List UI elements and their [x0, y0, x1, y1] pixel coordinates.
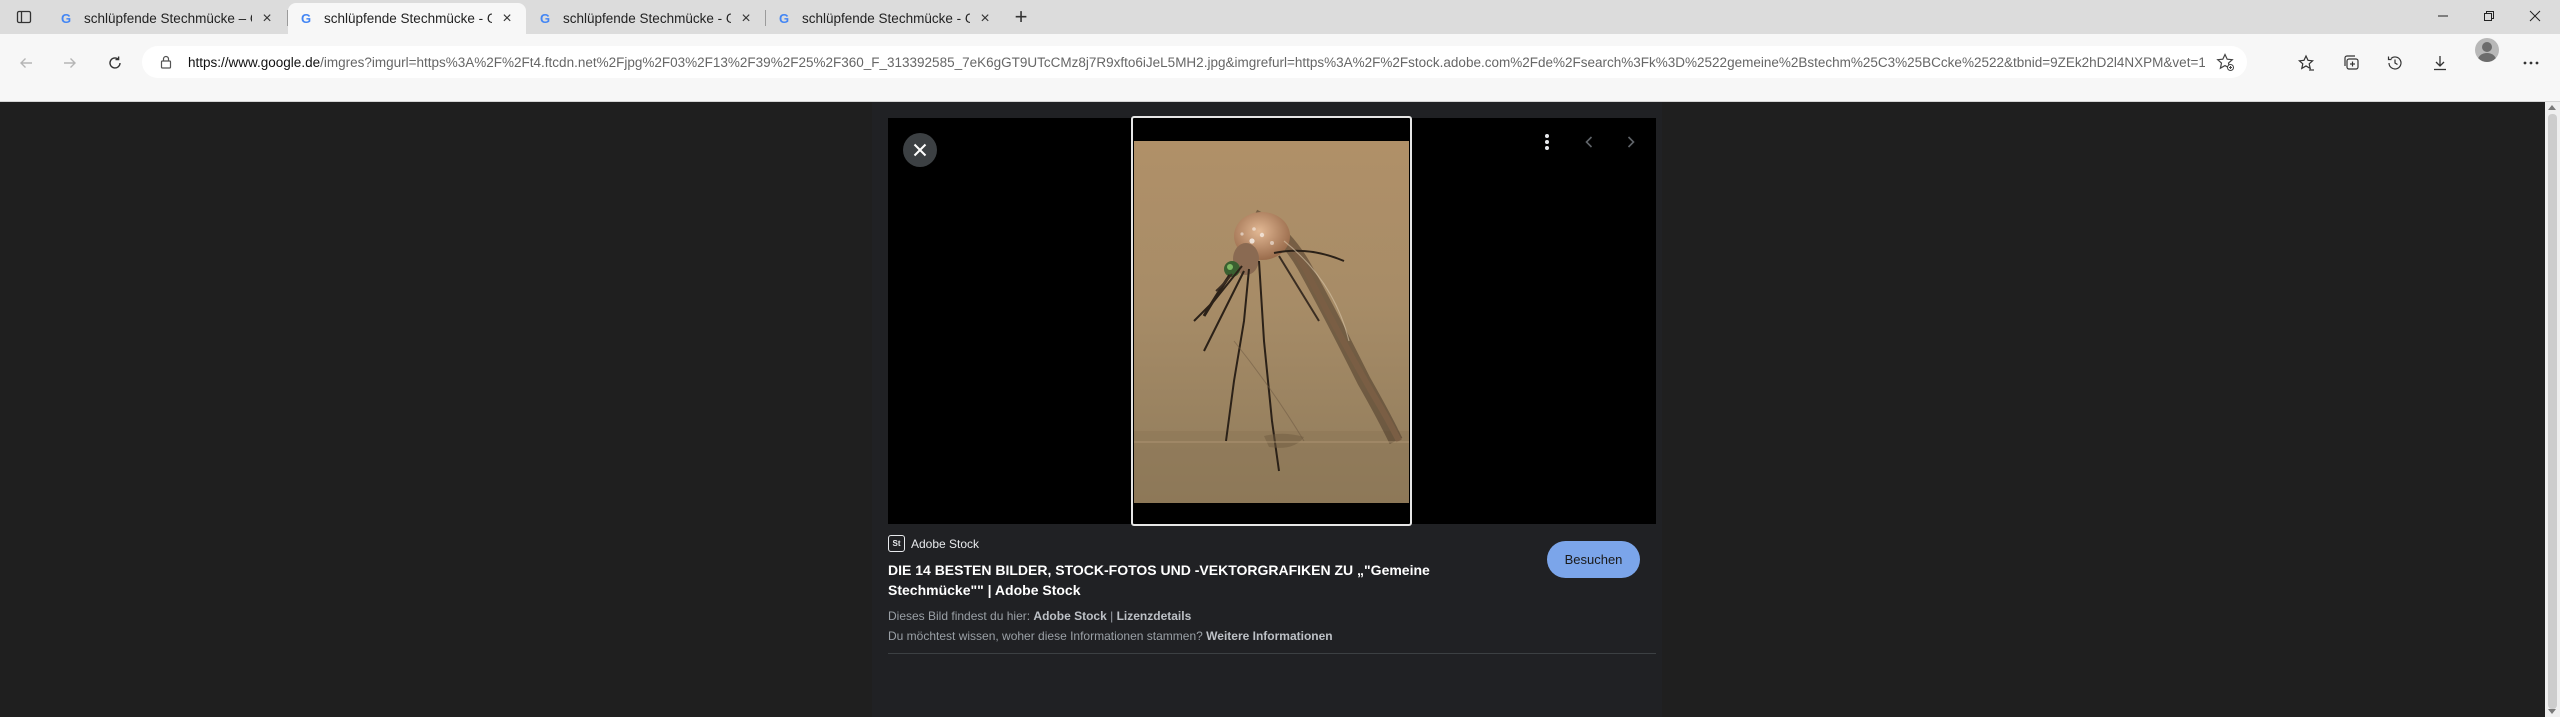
- adobe-stock-logo-icon: St: [888, 535, 905, 552]
- favorites-icon[interactable]: [2294, 51, 2318, 75]
- url-host: https://www.google.de: [188, 54, 321, 70]
- previous-image-button[interactable]: [1575, 126, 1603, 158]
- reload-icon[interactable]: [101, 49, 129, 77]
- more-info-link[interactable]: Weitere Informationen: [1206, 629, 1332, 643]
- more-options-icon[interactable]: [2519, 51, 2543, 75]
- page-scrollbar[interactable]: [2545, 102, 2560, 717]
- restore-icon[interactable]: [2466, 0, 2512, 32]
- lock-icon[interactable]: [158, 54, 174, 70]
- history-icon[interactable]: [2383, 51, 2407, 75]
- tab-title: schlüpfende Stechmücke – Goog: [84, 11, 252, 26]
- tab-actions-icon[interactable]: [13, 6, 35, 28]
- source-info-line: Dieses Bild findest du hier: Adobe Stock…: [888, 609, 1191, 623]
- image-title-link[interactable]: DIE 14 BESTEN BILDER, STOCK-FOTOS UND -V…: [888, 560, 1528, 600]
- source-name: Adobe Stock: [911, 536, 980, 551]
- tab-4[interactable]: G schlüpfende Stechmücke - Goog ×: [766, 3, 1004, 34]
- address-bar[interactable]: https://www.google.de/imgres?imgurl=http…: [142, 46, 2247, 78]
- back-icon[interactable]: [12, 49, 40, 77]
- tab-close-icon[interactable]: ×: [498, 10, 516, 28]
- tab-1[interactable]: G schlüpfende Stechmücke – Goog ×: [48, 3, 286, 34]
- scroll-up-icon[interactable]: [2548, 105, 2556, 110]
- forward-icon[interactable]: [56, 49, 84, 77]
- chevron-left-icon: [1585, 136, 1593, 148]
- visit-button[interactable]: Besuchen: [1547, 541, 1640, 578]
- close-preview-button[interactable]: [903, 133, 937, 167]
- kebab-menu-icon: [1545, 134, 1549, 150]
- close-window-icon[interactable]: [2512, 0, 2558, 32]
- google-favicon-icon: G: [778, 11, 790, 26]
- tab-title: schlüpfende Stechmücke - Goog: [802, 11, 970, 26]
- info-question: Du möchtest wissen, woher diese Informat…: [888, 629, 1203, 643]
- divider: [888, 653, 1656, 654]
- url-text[interactable]: https://www.google.de/imgres?imgurl=http…: [188, 55, 2205, 70]
- url-path: /imgres?imgurl=https%3A%2F%2Ft4.ftcdn.ne…: [320, 54, 2205, 70]
- license-details-link[interactable]: Lizenzdetails: [1117, 609, 1192, 623]
- add-favorite-icon[interactable]: [2215, 52, 2235, 72]
- profile-avatar[interactable]: [2475, 38, 2499, 62]
- mosquito-photo[interactable]: [1134, 141, 1409, 503]
- minimize-icon[interactable]: [2420, 0, 2466, 32]
- browser-toolbar: https://www.google.de/imgres?imgurl=http…: [0, 34, 2560, 102]
- web-page: St Adobe Stock DIE 14 BESTEN BILDER, STO…: [0, 102, 2545, 717]
- tab-strip: G schlüpfende Stechmücke – Goog × G schl…: [0, 0, 2560, 34]
- close-icon: [913, 143, 927, 157]
- tab-close-icon[interactable]: ×: [258, 10, 276, 28]
- tab-title: schlüpfende Stechmücke - Goog: [563, 11, 731, 26]
- tab-3[interactable]: G schlüpfende Stechmücke - Goog ×: [527, 3, 765, 34]
- tab-close-icon[interactable]: ×: [737, 10, 755, 28]
- google-favicon-icon: G: [300, 11, 312, 26]
- more-info-line: Du möchtest wissen, woher diese Informat…: [888, 629, 1333, 643]
- more-actions-button[interactable]: [1531, 126, 1563, 158]
- google-favicon-icon: G: [60, 11, 72, 26]
- tab-title: schlüpfende Stechmücke - Goog: [324, 11, 492, 26]
- scrollbar-thumb[interactable]: [2548, 114, 2557, 709]
- next-image-button[interactable]: [1617, 126, 1645, 158]
- tab-2[interactable]: G schlüpfende Stechmücke - Goog ×: [288, 3, 526, 34]
- source-link[interactable]: St Adobe Stock: [888, 535, 979, 552]
- scroll-down-icon[interactable]: [2548, 709, 2556, 714]
- chevron-right-icon: [1627, 136, 1635, 148]
- tab-close-icon[interactable]: ×: [976, 10, 994, 28]
- collections-icon[interactable]: [2339, 51, 2363, 75]
- downloads-icon[interactable]: [2428, 51, 2452, 75]
- google-favicon-icon: G: [539, 11, 551, 26]
- found-source-link[interactable]: Adobe Stock: [1033, 609, 1106, 623]
- separator: |: [1110, 609, 1114, 623]
- new-tab-button[interactable]: +: [1010, 4, 1032, 29]
- found-prefix: Dieses Bild findest du hier:: [888, 609, 1031, 623]
